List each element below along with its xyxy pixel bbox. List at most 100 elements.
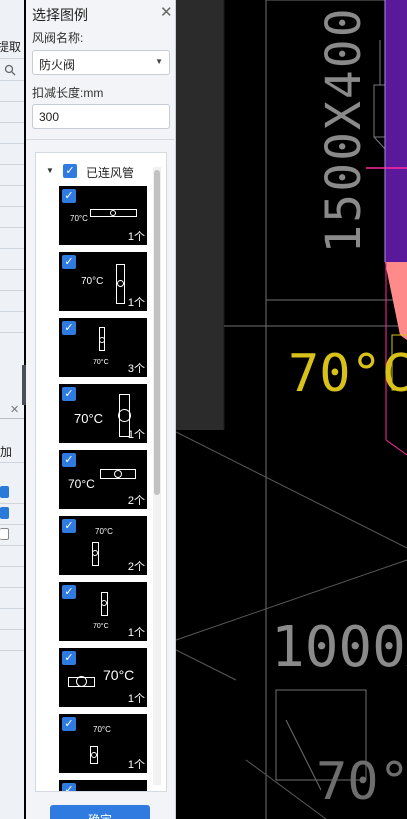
divider xyxy=(0,269,24,270)
divider xyxy=(0,248,24,249)
divider xyxy=(0,462,24,463)
legend-thumbnail[interactable]: ✓ 70°C 3个 xyxy=(59,318,147,377)
count-label: 3个 xyxy=(127,363,145,375)
legend-thumbnail[interactable]: ✓ 70°C 1个 xyxy=(59,714,147,773)
temperature-label: 70°C xyxy=(70,214,88,223)
close-icon[interactable]: ✕ xyxy=(10,403,19,416)
divider xyxy=(0,503,24,504)
background-checkbox[interactable] xyxy=(0,528,9,540)
item-checkbox[interactable]: ✓ xyxy=(62,651,76,665)
tree-group-row[interactable]: ▼ ✓ 已连风管 xyxy=(36,161,156,181)
count-label: 1个 xyxy=(127,627,145,639)
chevron-down-icon: ▼ xyxy=(155,57,163,66)
divider xyxy=(0,629,24,630)
item-checkbox[interactable]: ✓ xyxy=(62,189,76,203)
legend-thumbnail[interactable]: ✓ 70°C 1个 xyxy=(59,186,147,245)
group-checkbox[interactable]: ✓ xyxy=(63,164,77,178)
count-label: 1个 xyxy=(127,429,145,441)
count-label: 2个 xyxy=(127,495,145,507)
item-checkbox[interactable]: ✓ xyxy=(62,783,76,791)
temperature-label: 70°C xyxy=(68,477,95,491)
item-checkbox[interactable]: ✓ xyxy=(62,585,76,599)
valve-symbol xyxy=(76,676,87,687)
valve-name-select[interactable]: 防火阀 ▼ xyxy=(32,50,170,75)
temperature-label: 70°C xyxy=(95,527,113,536)
legend-thumbnail[interactable]: ✓ 70°C 1个 xyxy=(59,384,147,443)
search-icon[interactable] xyxy=(4,63,16,81)
background-text-fragment: 加 xyxy=(0,445,13,459)
divider xyxy=(26,139,176,140)
valve-symbol xyxy=(91,752,97,758)
valve-symbol xyxy=(92,550,98,556)
temperature-label: 70°C xyxy=(93,359,109,366)
duct-size-label: 1500X400 xyxy=(316,6,372,254)
legend-thumbnail[interactable]: ✓ 70°C 1个 xyxy=(59,252,147,311)
confirm-button[interactable]: 确定 xyxy=(50,805,150,819)
valve-symbol xyxy=(114,470,122,478)
legend-thumbnail[interactable]: ✓ xyxy=(59,780,147,791)
temperature-label: 70°C xyxy=(81,276,104,287)
divider xyxy=(0,164,24,165)
divider xyxy=(0,608,24,609)
divider xyxy=(0,80,24,81)
temperature-label: 70°C xyxy=(74,411,104,426)
fire-temperature-label-bottom: 70°C xyxy=(316,752,407,812)
count-label: 2个 xyxy=(127,561,145,573)
item-checkbox[interactable]: ✓ xyxy=(62,717,76,731)
duct-size-label-bottom: 1000X8 xyxy=(271,615,407,680)
dialog-title: 选择图例 xyxy=(32,7,88,23)
temperature-label: 70°C xyxy=(93,623,109,630)
divider xyxy=(0,227,24,228)
item-checkbox[interactable]: ✓ xyxy=(62,321,76,335)
legend-thumbnail[interactable]: ✓ 70°C 1个 xyxy=(59,582,147,641)
divider xyxy=(0,311,24,312)
divider xyxy=(0,185,24,186)
valve-symbol xyxy=(110,210,116,216)
divider xyxy=(0,418,24,419)
expand-triangle-icon[interactable]: ▼ xyxy=(46,166,54,175)
temperature-label: 70°C xyxy=(93,725,111,734)
item-checkbox[interactable]: ✓ xyxy=(62,519,76,533)
count-label: 1个 xyxy=(127,297,145,309)
divider xyxy=(0,143,24,144)
deduct-length-label: 扣减长度:mm xyxy=(32,86,104,100)
valve-name-value: 防火阀 xyxy=(39,58,76,72)
legend-thumbnail[interactable]: ✓ 70°C 1个 xyxy=(59,648,147,707)
background-app-panel: 提取 ✕ 加 xyxy=(0,0,24,819)
legend-select-dialog: 选择图例 ✕ 风阀名称: 防火阀 ▼ 扣减长度:mm ▼ ✓ 已连风管 ✓ 70… xyxy=(26,0,176,819)
divider xyxy=(0,332,24,333)
legend-thumbnail[interactable]: ✓ 70°C 2个 xyxy=(59,450,147,509)
valve-symbol xyxy=(118,409,131,422)
valve-name-label: 风阀名称: xyxy=(32,31,84,45)
divider xyxy=(0,566,24,567)
scrollbar-thumb[interactable] xyxy=(154,170,160,495)
divider xyxy=(0,587,24,588)
background-checkbox[interactable] xyxy=(0,486,9,498)
count-label: 1个 xyxy=(127,693,145,705)
item-checkbox[interactable]: ✓ xyxy=(62,255,76,269)
divider xyxy=(0,290,24,291)
legend-thumbnail[interactable]: ✓ 70°C 2个 xyxy=(59,516,147,575)
count-label: 1个 xyxy=(127,231,145,243)
background-text-fragment: 提取 xyxy=(0,40,22,54)
valve-symbol xyxy=(99,337,105,343)
divider xyxy=(0,206,24,207)
close-icon[interactable]: ✕ xyxy=(160,3,173,21)
background-checkbox[interactable] xyxy=(0,507,9,519)
item-checkbox[interactable]: ✓ xyxy=(62,387,76,401)
divider xyxy=(0,545,24,546)
legend-tree: ▼ ✓ 已连风管 ✓ 70°C 1个 ✓ 70°C 1个 ✓ 70°C 3个 ✓… xyxy=(35,152,167,792)
deduct-length-input[interactable] xyxy=(32,104,170,129)
divider xyxy=(0,122,24,123)
item-checkbox[interactable]: ✓ xyxy=(62,453,76,467)
cad-drawing xyxy=(176,0,407,819)
fire-temperature-label: 70°C xyxy=(288,344,407,404)
tree-scrollbar[interactable] xyxy=(153,167,161,785)
valve-symbol xyxy=(117,280,124,287)
temperature-label: 70°C xyxy=(103,667,135,683)
count-label: 1个 xyxy=(127,759,145,771)
valve-symbol xyxy=(101,600,107,606)
divider xyxy=(0,58,24,59)
cad-canvas[interactable]: 1500X400 70°C 1000X8 70°C xyxy=(176,0,407,819)
divider xyxy=(0,524,24,525)
